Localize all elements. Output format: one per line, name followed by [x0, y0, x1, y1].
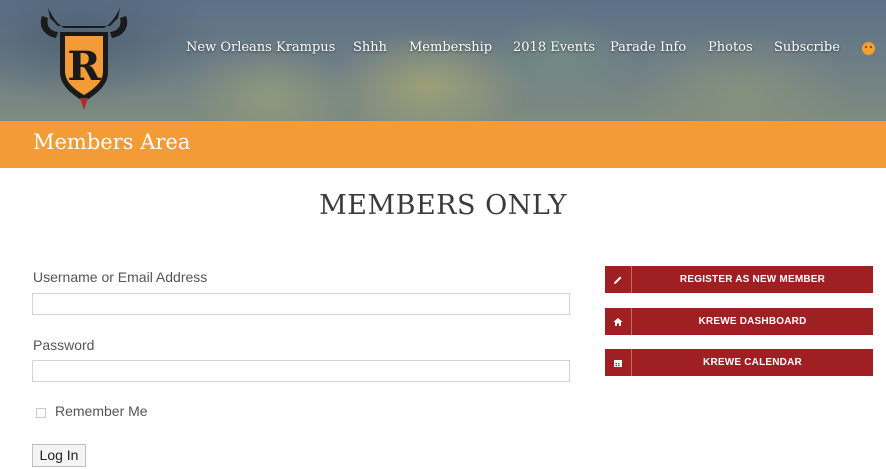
svg-text:R: R [67, 43, 101, 90]
remember-me-checkbox[interactable] [36, 408, 46, 418]
pencil-icon [605, 266, 632, 293]
page-title: MEMBERS ONLY [319, 190, 567, 221]
register-new-member-button[interactable]: REGISTER AS NEW MEMBER [605, 266, 873, 293]
nav-new-orleans-krampus[interactable]: New Orleans Krampus [186, 40, 335, 55]
site-header: R New Orleans Krampus Shhh Membership 20… [0, 0, 886, 121]
nav-photos[interactable]: Photos [708, 40, 753, 55]
nav-shhh[interactable]: Shhh [353, 40, 387, 55]
username-field[interactable] [32, 293, 570, 315]
dashboard-button-label: KREWE DASHBOARD [698, 316, 807, 327]
nav-subscribe[interactable]: Subscribe [774, 40, 840, 55]
krampus-crest-logo-icon[interactable]: R [34, 6, 134, 114]
register-button-label: REGISTER AS NEW MEMBER [679, 274, 826, 285]
username-label: Username or Email Address [33, 269, 208, 285]
nav-2018-events[interactable]: 2018 Events [513, 40, 595, 55]
krewe-dashboard-button[interactable]: KREWE DASHBOARD [605, 308, 873, 335]
calendar-button-label: KREWE CALENDAR [703, 357, 802, 368]
password-field[interactable] [32, 360, 570, 382]
login-button[interactable]: Log In [32, 444, 86, 467]
smiley-icon[interactable] [862, 42, 875, 55]
members-area-bar: Members Area [0, 121, 886, 168]
home-icon [605, 308, 632, 335]
nav-membership[interactable]: Membership [409, 40, 492, 55]
remember-me-label[interactable]: Remember Me [55, 403, 148, 419]
calendar-icon [605, 349, 632, 376]
krewe-calendar-button[interactable]: KREWE CALENDAR [605, 349, 873, 376]
nav-parade-info[interactable]: Parade Info [610, 40, 686, 55]
password-label: Password [33, 337, 95, 353]
section-title: Members Area [33, 130, 191, 154]
